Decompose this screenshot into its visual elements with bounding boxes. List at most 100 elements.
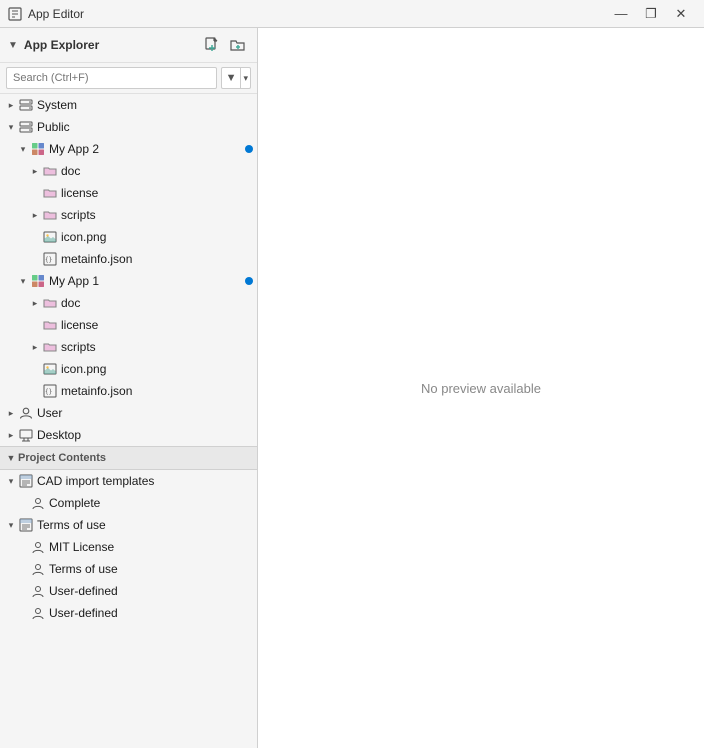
app-explorer-tree: ▸System▾Public▾My App 2▸doclicense▸scrip… [0,94,257,446]
tree-label-terms-user1: User-defined [49,584,253,598]
svg-text:{}: {} [45,389,52,396]
template-icon-terms [18,517,34,533]
server-icon-public [18,119,34,135]
tree-label-terms-mit: MIT License [49,540,253,554]
tree-item-myapp1-scripts[interactable]: ▸ scripts [0,336,257,358]
tree-label-myapp1: My App 1 [49,274,241,288]
expand-arrow-terms[interactable]: ▾ [4,518,18,532]
new-file-button[interactable] [201,34,223,56]
minimize-button[interactable]: — [606,0,636,28]
right-panel: No preview available [258,28,704,748]
tree-item-myapp2-license[interactable]: license [0,182,257,204]
tree-label-myapp1-meta: metainfo.json [61,384,253,398]
project-contents-section[interactable]: ▼ Project Contents [0,446,257,470]
expand-arrow-system[interactable]: ▸ [4,98,18,112]
item-icon-terms-mit [30,539,46,555]
tree-label-cad: CAD import templates [37,474,253,488]
tree-container: ▸System▾Public▾My App 2▸doclicense▸scrip… [0,94,257,748]
tree-item-desktop[interactable]: ▸Desktop [0,424,257,446]
expand-arrow-myapp1[interactable]: ▾ [16,274,30,288]
expand-arrow-cad[interactable]: ▾ [4,474,18,488]
new-folder-button[interactable] [227,34,249,56]
item-icon-cad-complete [30,495,46,511]
tree-item-terms-tou[interactable]: Terms of use [0,558,257,580]
item-icon-terms-user1 [30,583,46,599]
tree-item-system[interactable]: ▸ System [0,94,257,116]
tree-label-myapp1-icon: icon.png [61,362,253,376]
json-icon-myapp1-meta: {} [42,383,58,399]
item-icon-terms-tou [30,561,46,577]
badge-myapp2 [245,145,253,153]
tree-label-cad-complete: Complete [49,496,253,510]
tree-label-terms-user2: User-defined [49,606,253,620]
tree-label-myapp1-license: license [61,318,253,332]
expand-arrow-myapp2[interactable]: ▾ [16,142,30,156]
tree-item-public[interactable]: ▾Public [0,116,257,138]
tree-item-cad-complete[interactable]: Complete [0,492,257,514]
title-bar: App Editor — ❐ ✕ [0,0,704,28]
tree-label-myapp2-license: license [61,186,253,200]
tree-label-myapp2-scripts: scripts [61,208,253,222]
folder-icon-myapp1-license [42,317,58,333]
tree-item-myapp2-meta[interactable]: {} metainfo.json [0,248,257,270]
folder-icon-myapp2-license [42,185,58,201]
tree-item-myapp2-scripts[interactable]: ▸ scripts [0,204,257,226]
filter-button[interactable]: ▼ ▾ [221,67,251,89]
template-icon-cad [18,473,34,489]
tree-item-myapp2[interactable]: ▾ My App 2 [0,138,257,160]
no-preview-text: No preview available [421,381,541,396]
collapse-explorer-icon[interactable]: ▼ [8,40,18,51]
maximize-button[interactable]: ❐ [636,0,666,28]
folder-icon-myapp2-scripts [42,207,58,223]
tree-label-myapp2-doc: doc [61,164,253,178]
window-title: App Editor [28,7,84,21]
window-controls: — ❐ ✕ [606,0,696,28]
user-icon-user [18,405,34,421]
expand-arrow-public[interactable]: ▾ [4,120,18,134]
filter-dropdown-arrow: ▾ [240,68,250,88]
expand-arrow-myapp2-doc[interactable]: ▸ [28,164,42,178]
tree-item-myapp1-meta[interactable]: {} metainfo.json [0,380,257,402]
folder-icon-myapp2-doc [42,163,58,179]
expand-arrow-myapp2-scripts[interactable]: ▸ [28,208,42,222]
folder-icon-myapp1-scripts [42,339,58,355]
explorer-title: App Explorer [24,38,99,52]
expand-arrow-desktop[interactable]: ▸ [4,428,18,442]
tree-item-terms-user1[interactable]: User-defined [0,580,257,602]
expand-arrow-myapp1-scripts[interactable]: ▸ [28,340,42,354]
left-panel: ▼ App Explorer [0,28,258,748]
tree-item-user[interactable]: ▸User [0,402,257,424]
filter-icon: ▼ [222,72,241,84]
tree-item-terms[interactable]: ▾Terms of use [0,514,257,536]
tree-item-terms-mit[interactable]: MIT License [0,536,257,558]
tree-item-myapp1-license[interactable]: license [0,314,257,336]
search-input[interactable] [6,67,217,89]
expand-arrow-myapp1-doc[interactable]: ▸ [28,296,42,310]
tree-label-myapp2: My App 2 [49,142,241,156]
server-icon-system [18,97,34,113]
tree-item-myapp1[interactable]: ▾ My App 1 [0,270,257,292]
close-button[interactable]: ✕ [666,0,696,28]
item-icon-terms-user2 [30,605,46,621]
tree-item-myapp2-icon[interactable]: icon.png [0,226,257,248]
explorer-header: ▼ App Explorer [0,28,257,63]
tree-item-myapp1-doc[interactable]: ▸doc [0,292,257,314]
tree-item-cad[interactable]: ▾ CAD import templates [0,470,257,492]
app-icon-myapp2 [30,141,46,157]
app-editor-icon [8,7,22,21]
main-container: ▼ App Explorer [0,28,704,748]
tree-item-myapp2-doc[interactable]: ▸ doc [0,160,257,182]
tree-label-system: System [37,98,253,112]
tree-label-myapp2-meta: metainfo.json [61,252,253,266]
svg-text:{}: {} [45,257,52,264]
tree-item-terms-user2[interactable]: User-defined [0,602,257,624]
project-contents-label: Project Contents [18,452,253,464]
folder-icon-myapp1-doc [42,295,58,311]
tree-item-myapp1-icon[interactable]: icon.png [0,358,257,380]
image-icon-myapp2-icon [42,229,58,245]
tree-label-terms-tou: Terms of use [49,562,253,576]
desktop-icon-desktop [18,427,34,443]
tree-label-myapp1-scripts: scripts [61,340,253,354]
expand-arrow-user[interactable]: ▸ [4,406,18,420]
tree-label-myapp2-icon: icon.png [61,230,253,244]
